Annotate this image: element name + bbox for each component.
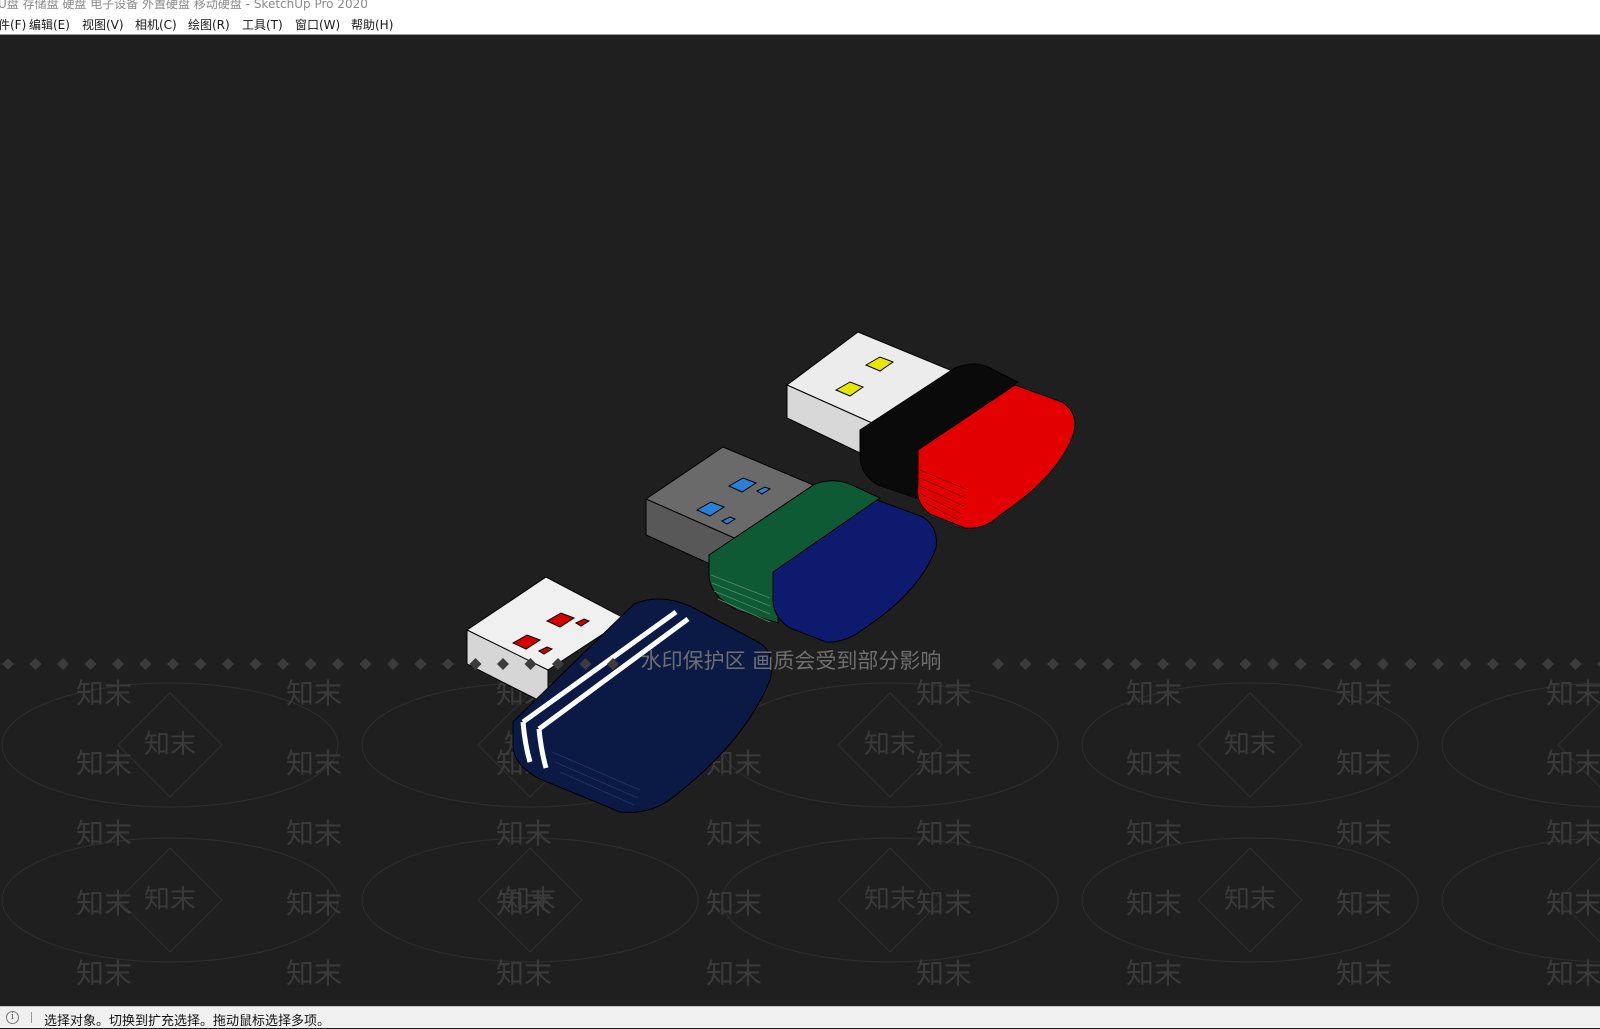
- watermark-dot: [387, 658, 399, 670]
- watermark-dot: [1019, 658, 1032, 670]
- watermark-dot: [1212, 658, 1224, 670]
- menu-edit[interactable]: 编辑(E): [29, 16, 70, 33]
- watermark-dot: [112, 658, 124, 670]
- watermark-tile-text: 知末: [1126, 817, 1182, 850]
- watermark-dot: [222, 658, 234, 670]
- watermark-dot: [1157, 658, 1169, 670]
- watermark-tile-text: 知末: [1546, 747, 1600, 780]
- watermark-emblem-text: 知末: [864, 885, 916, 915]
- watermark-tile-text: 知末: [76, 887, 132, 920]
- watermark-tile-text: 知末: [1126, 747, 1182, 780]
- menu-view[interactable]: 视图(V): [82, 16, 124, 33]
- watermark-tile-text: 知末: [1336, 747, 1392, 780]
- menu-help[interactable]: 帮助(H): [351, 16, 393, 33]
- watermark-tile-text: 知末: [1336, 677, 1392, 710]
- menu-tools[interactable]: 工具(T): [242, 16, 283, 33]
- watermark-tile-text: 知末: [1546, 957, 1600, 990]
- watermark-dot: [1404, 658, 1417, 670]
- menu-draw[interactable]: 绘图(R): [188, 16, 230, 33]
- watermark-tile-text: 知末: [916, 887, 972, 920]
- watermark-tile-text: 知末: [286, 747, 342, 780]
- watermark-tile-text: 知末: [706, 887, 762, 920]
- watermark-dot: [84, 658, 97, 670]
- menu-camera[interactable]: 相机(C): [135, 16, 177, 33]
- watermark-emblem-text: 知末: [144, 885, 196, 915]
- watermark-tile-text: 知末: [1336, 817, 1392, 850]
- watermark-tile-text: 知末: [496, 817, 552, 850]
- watermark-tile-text: 知末: [1546, 817, 1600, 850]
- watermark-dot: [1322, 658, 1334, 670]
- watermark-emblem-text: 知末: [864, 730, 916, 760]
- model-viewport[interactable]: 知末 知末 知末 知末 知末 知末 知末 知末 知末 知末 知末 知末 知末 知末 知末 知末 知末 知末 知末 知末…: [0, 35, 1600, 1006]
- watermark-dot: [332, 658, 344, 670]
- watermark-dot: [442, 658, 454, 670]
- watermark-tile-text: 知末: [706, 957, 762, 990]
- watermark-dot: [359, 658, 372, 670]
- watermark-dot: [1542, 658, 1554, 670]
- watermark-dot: [139, 658, 152, 670]
- status-separator: [31, 1012, 32, 1023]
- watermark-dot: [1239, 658, 1252, 670]
- watermark-dot: [1102, 658, 1114, 670]
- watermark-dot: [1569, 658, 1582, 670]
- watermark-tile-text: 知末: [1336, 957, 1392, 990]
- watermark-emblem-text: 知末: [1224, 885, 1276, 915]
- watermark-dot: [57, 658, 69, 670]
- watermark-dot: [1349, 658, 1362, 670]
- info-icon[interactable]: i: [6, 1011, 19, 1024]
- watermark-dot: [1459, 658, 1472, 670]
- watermark-dot: [992, 658, 1004, 670]
- watermark-tile-text: 知末: [916, 677, 972, 710]
- watermark-tile-text: 知末: [1126, 887, 1182, 920]
- watermark-tile-text: 知末: [916, 747, 972, 780]
- watermark-banner: 水印保护区 画质会受到部分影响: [641, 649, 942, 673]
- watermark-emblem-text: 知末: [1224, 730, 1276, 760]
- status-bar: i 选择对象。切换到扩充选择。拖动鼠标选择多项。: [0, 1006, 1600, 1029]
- watermark-dot: [2, 658, 14, 670]
- watermark-tile-text: 知末: [76, 677, 132, 710]
- watermark-tile-text: 知末: [1126, 957, 1182, 990]
- watermark-dot: [29, 658, 42, 670]
- watermark-dot: [1377, 658, 1389, 670]
- watermark-dot: [1294, 658, 1307, 670]
- watermark-dot: [1047, 658, 1059, 670]
- status-message: 选择对象。切换到扩充选择。拖动鼠标选择多项。: [44, 1014, 331, 1029]
- watermark-tile-text: 知末: [1126, 677, 1182, 710]
- window-title: U盘 存储盘 硬盘 电子设备 外置硬盘 移动硬盘 - SketchUp Pro …: [0, 0, 368, 11]
- watermark-dot: [1129, 658, 1142, 670]
- menu-window[interactable]: 窗口(W): [295, 16, 340, 33]
- watermark-tile-text: 知末: [286, 677, 342, 710]
- watermark-tile-text: 知末: [916, 957, 972, 990]
- watermark-dot: [1074, 658, 1087, 670]
- watermark-tile-text: 知末: [76, 817, 132, 850]
- watermark-tile-text: 知末: [286, 817, 342, 850]
- watermark-tile-text: 知末: [1336, 887, 1392, 920]
- watermark-dot: [1487, 658, 1499, 670]
- watermark-dot: [1267, 658, 1279, 670]
- watermark-tile-text: 知末: [706, 817, 762, 850]
- watermark-dot: [414, 658, 427, 670]
- watermark-dot: [304, 658, 317, 670]
- watermark-emblem-text: 知末: [504, 885, 556, 915]
- watermark-dot: [167, 658, 179, 670]
- watermark-dot: [1184, 658, 1197, 670]
- window-title-bar: U盘 存储盘 硬盘 电子设备 外置硬盘 移动硬盘 - SketchUp Pro …: [0, 0, 1600, 12]
- watermark-dot: [1514, 658, 1527, 670]
- watermark-tile-text: 知末: [496, 957, 552, 990]
- watermark-tile-text: 知末: [76, 747, 132, 780]
- watermark-tile-text: 知末: [76, 957, 132, 990]
- watermark-dot: [249, 658, 262, 670]
- watermark-dot: [194, 658, 207, 670]
- watermark-tile-text: 知末: [286, 887, 342, 920]
- watermark-dot: [1432, 658, 1444, 670]
- watermark-tile-text: 知末: [1546, 677, 1600, 710]
- watermark-emblem-text: 知末: [144, 730, 196, 760]
- watermark-tile-text: 知末: [916, 817, 972, 850]
- menu-file[interactable]: 件(F): [0, 16, 26, 33]
- watermark-tile-text: 知末: [1546, 887, 1600, 920]
- menu-bar: 件(F) 编辑(E) 视图(V) 相机(C) 绘图(R) 工具(T) 窗口(W)…: [0, 12, 1600, 35]
- watermark-dot: [277, 658, 289, 670]
- watermark-tile-text: 知末: [286, 957, 342, 990]
